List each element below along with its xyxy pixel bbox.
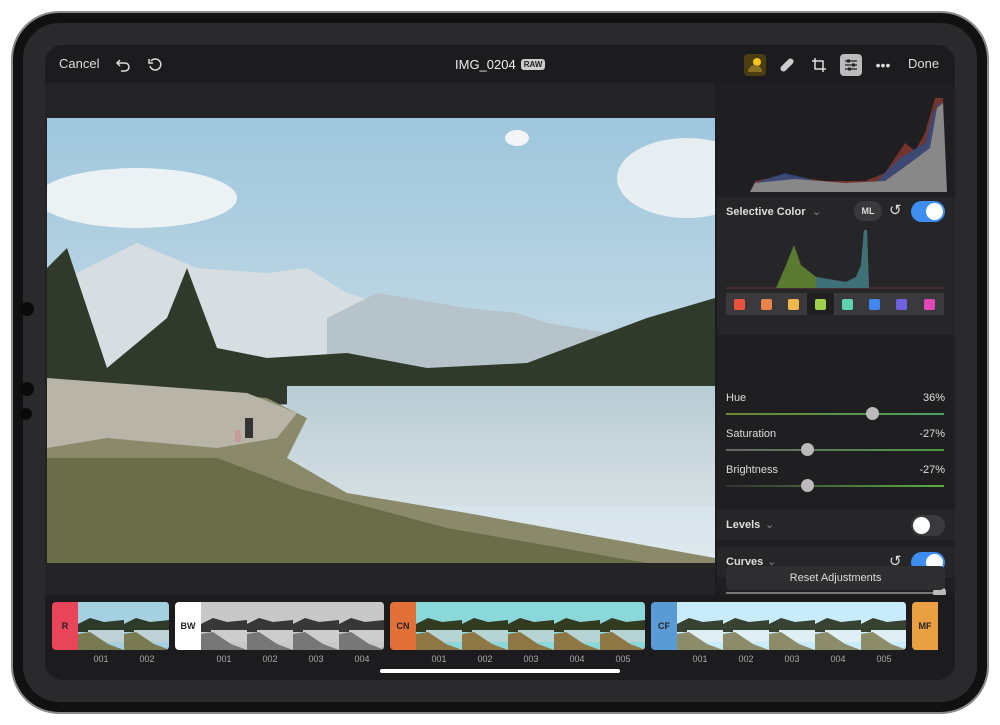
color-histogram bbox=[726, 225, 944, 289]
chevron-down-icon[interactable]: ⌄ bbox=[765, 518, 774, 531]
reset-adjustments-button[interactable]: Reset Adjustments bbox=[726, 566, 945, 590]
slider-knob[interactable] bbox=[801, 479, 814, 492]
preset-number: 005 bbox=[615, 654, 631, 664]
preset-number: 004 bbox=[569, 654, 585, 664]
preset-group-bw[interactable]: BW bbox=[175, 602, 201, 650]
hue-label: Hue bbox=[726, 392, 747, 404]
preset-thumbnail[interactable] bbox=[508, 602, 554, 650]
saturation-label: Saturation bbox=[726, 428, 777, 440]
preset-thumbnail[interactable] bbox=[723, 602, 769, 650]
preset-thumbnail[interactable] bbox=[769, 602, 815, 650]
levels-section: Levels ⌄ bbox=[717, 510, 955, 540]
cancel-button[interactable]: Cancel bbox=[59, 56, 99, 71]
preset-number: 001 bbox=[431, 654, 447, 664]
preset-number: 005 bbox=[876, 654, 892, 664]
preset-thumbnail[interactable] bbox=[201, 602, 247, 650]
preset-group-cn[interactable]: CN bbox=[390, 602, 416, 650]
swatch-color bbox=[788, 298, 799, 310]
photo-canvas[interactable] bbox=[45, 83, 715, 595]
filename: IMG_0204 bbox=[455, 57, 516, 72]
preset-thumbnail[interactable] bbox=[554, 602, 600, 650]
preset-thumbnail[interactable] bbox=[815, 602, 861, 650]
preset-thumbnail[interactable] bbox=[677, 602, 723, 650]
preset-number: 001 bbox=[93, 654, 109, 664]
hue-value: 36% bbox=[922, 392, 945, 404]
preset-thumbnail[interactable] bbox=[339, 602, 385, 650]
swatch-color bbox=[896, 298, 907, 310]
slider-knob[interactable] bbox=[801, 443, 814, 456]
preset-thumbnail[interactable] bbox=[462, 602, 508, 650]
undo-icon[interactable] bbox=[112, 54, 134, 76]
preset-group-r[interactable]: R bbox=[52, 602, 78, 650]
swatch-color bbox=[869, 298, 880, 310]
ml-auto-icon[interactable] bbox=[744, 54, 766, 76]
reset-icon[interactable]: ↺ bbox=[889, 201, 902, 219]
app-screen: Cancel IMG_0204 RAW ••• Done Selective C… bbox=[45, 45, 955, 680]
preset-number: 004 bbox=[354, 654, 370, 664]
crop-icon[interactable] bbox=[808, 54, 830, 76]
preset-thumbnail[interactable] bbox=[600, 602, 646, 650]
levels-toggle[interactable] bbox=[911, 515, 945, 536]
camera-dot bbox=[20, 302, 34, 316]
preset-group-cf[interactable]: CF bbox=[651, 602, 677, 650]
home-indicator[interactable] bbox=[380, 669, 620, 673]
preset-number: 003 bbox=[784, 654, 800, 664]
preset-thumbnail[interactable] bbox=[247, 602, 293, 650]
chevron-down-icon[interactable]: ⌄ bbox=[812, 205, 821, 218]
preset-group-mf[interactable]: MF bbox=[912, 602, 938, 650]
adjustments-panel: Selective Color ⌄ ML ↺ Hue 36% Saturatio… bbox=[717, 83, 955, 599]
revert-icon[interactable] bbox=[144, 54, 166, 76]
histogram bbox=[725, 93, 947, 193]
swatch-color bbox=[815, 298, 826, 310]
heal-icon[interactable] bbox=[776, 54, 798, 76]
preset-number: 003 bbox=[308, 654, 324, 664]
color-swatches bbox=[726, 293, 944, 315]
preset-thumbnail[interactable] bbox=[293, 602, 339, 650]
curves-slider[interactable] bbox=[726, 586, 946, 599]
adjustments-icon[interactable] bbox=[840, 54, 862, 76]
preset-number: 003 bbox=[523, 654, 539, 664]
camera-dot bbox=[20, 408, 32, 420]
swatch-color bbox=[761, 298, 772, 310]
image-title: IMG_0204 RAW bbox=[455, 57, 546, 72]
saturation-value: -27% bbox=[919, 428, 945, 440]
preset-number: 002 bbox=[738, 654, 754, 664]
brightness-value: -27% bbox=[919, 464, 945, 476]
swatch-red[interactable] bbox=[726, 293, 753, 315]
swatch-green[interactable] bbox=[807, 293, 834, 315]
brightness-label: Brightness bbox=[726, 464, 778, 476]
swatch-orange[interactable] bbox=[753, 293, 780, 315]
selective-color-title[interactable]: Selective Color bbox=[726, 206, 805, 218]
preset-thumbnail[interactable] bbox=[124, 602, 170, 650]
selective-color-section: Selective Color ⌄ ML ↺ bbox=[717, 197, 955, 335]
preset-thumbnail[interactable] bbox=[861, 602, 907, 650]
preset-thumbnail[interactable] bbox=[78, 602, 124, 650]
swatch-magenta[interactable] bbox=[915, 293, 944, 315]
preset-number: 002 bbox=[262, 654, 278, 664]
preset-number: 001 bbox=[216, 654, 232, 664]
swatch-aqua[interactable] bbox=[834, 293, 861, 315]
preset-filmstrip[interactable]: R 001 002 BW 001 002 003 004 CN 001 002 003 004 005 CF… bbox=[45, 595, 955, 680]
ml-button[interactable]: ML bbox=[854, 201, 882, 221]
swatch-color bbox=[842, 298, 853, 310]
swatch-color bbox=[924, 298, 935, 310]
done-button[interactable]: Done bbox=[908, 56, 939, 71]
swatch-color bbox=[734, 298, 745, 310]
camera-dot bbox=[20, 382, 34, 396]
swatch-blue[interactable] bbox=[861, 293, 888, 315]
preset-number: 002 bbox=[477, 654, 493, 664]
more-icon[interactable]: ••• bbox=[872, 54, 894, 76]
preset-number: 004 bbox=[830, 654, 846, 664]
slider-knob[interactable] bbox=[866, 407, 879, 420]
levels-title[interactable]: Levels bbox=[726, 519, 760, 531]
preset-number: 002 bbox=[139, 654, 155, 664]
swatch-yellow[interactable] bbox=[780, 293, 807, 315]
preset-thumbnail[interactable] bbox=[416, 602, 462, 650]
preset-number: 001 bbox=[692, 654, 708, 664]
raw-badge: RAW bbox=[520, 59, 546, 70]
top-toolbar: Cancel IMG_0204 RAW ••• Done bbox=[45, 45, 955, 83]
swatch-purple[interactable] bbox=[888, 293, 915, 315]
selective-color-toggle[interactable] bbox=[911, 201, 945, 222]
photo bbox=[47, 118, 715, 563]
